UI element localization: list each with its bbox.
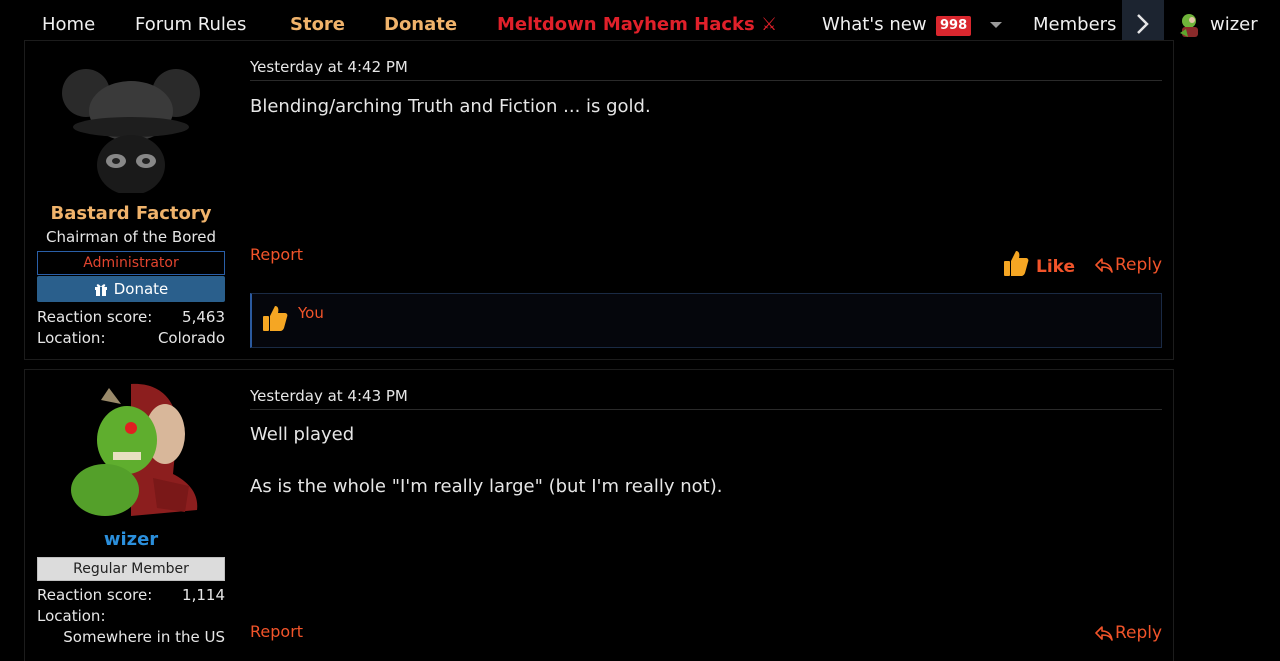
donate-banner-button[interactable]: Donate — [37, 276, 225, 302]
nav-donate[interactable]: Donate — [384, 13, 457, 37]
reactions-bar[interactable]: You — [250, 293, 1162, 348]
reactions-list-link[interactable]: You — [298, 303, 324, 323]
green-troll-avatar[interactable] — [61, 382, 201, 522]
post-header-divider — [250, 409, 1162, 410]
thumbs-up-icon — [1004, 251, 1029, 276]
nav-home[interactable]: Home — [42, 13, 95, 37]
report-link[interactable]: Report — [250, 244, 303, 266]
reply-button-label: Reply — [1115, 255, 1163, 275]
post-body-text: As is the whole "I'm really large" (but … — [250, 476, 723, 497]
mouse-ears-hat-mask-avatar[interactable] — [61, 53, 201, 193]
reaction-score-label: Reaction score: — [37, 586, 153, 604]
nav-store[interactable]: Store — [290, 13, 345, 37]
post: Bastard Factory Chairman of the Bored Ad… — [24, 40, 1174, 360]
post-content: Yesterday at 4:42 PM Blending/arching Tr… — [250, 41, 1162, 359]
nav-forum-rules[interactable]: Forum Rules — [135, 13, 246, 37]
reply-button-label: Reply — [1115, 623, 1163, 643]
reply-arrow-icon — [1095, 626, 1113, 641]
post-author-panel: wizer Regular Member Reaction score: 1,1… — [25, 370, 237, 661]
user-avatar-small-icon — [1180, 14, 1198, 37]
location-label: Location: — [37, 329, 106, 347]
post-timestamp[interactable]: Yesterday at 4:43 PM — [250, 386, 408, 406]
post-body-text: Well played — [250, 424, 355, 445]
post: wizer Regular Member Reaction score: 1,1… — [24, 369, 1174, 661]
nav-members[interactable]: Members — [1033, 13, 1116, 37]
post-author-name[interactable]: wizer — [25, 529, 237, 551]
nav-whats-new[interactable]: What's new — [822, 13, 927, 37]
chevron-right-icon — [1137, 14, 1149, 34]
post-timestamp[interactable]: Yesterday at 4:42 PM — [250, 57, 408, 77]
reaction-score-label: Reaction score: — [37, 308, 153, 326]
nav-username: wizer — [1210, 14, 1258, 35]
reaction-score-value[interactable]: 1,114 — [182, 585, 225, 605]
post-header-divider — [250, 80, 1162, 81]
whats-new-count-badge: 998 — [936, 16, 972, 36]
post-author-name[interactable]: Bastard Factory — [25, 203, 237, 225]
report-link[interactable]: Report — [250, 621, 303, 643]
whats-new-dropdown-caret-icon[interactable] — [990, 22, 1002, 28]
location-value[interactable]: Colorado — [158, 328, 225, 348]
post-content: Yesterday at 4:43 PM Well played As is t… — [250, 370, 1162, 661]
post-author-panel: Bastard Factory Chairman of the Bored Ad… — [25, 41, 237, 359]
location-value[interactable]: Somewhere in the US — [37, 627, 225, 647]
reply-arrow-icon — [1095, 258, 1113, 273]
post-author-title: Chairman of the Bored — [46, 228, 216, 246]
administrator-banner: Administrator — [37, 251, 225, 275]
regular-member-banner: Regular Member — [37, 557, 225, 581]
donate-banner-label: Donate — [113, 280, 169, 298]
gift-icon — [94, 284, 107, 296]
like-button-label: Like — [1036, 257, 1076, 277]
location-label: Location: — [37, 607, 106, 625]
nav-meltdown-mayhem-hacks[interactable]: Meltdown Mayhem Hacks ⚔ — [497, 13, 777, 37]
reaction-score-value[interactable]: 5,463 — [182, 307, 225, 327]
post-body-text: Blending/arching Truth and Fiction ... i… — [250, 96, 651, 117]
thumbs-up-icon — [263, 306, 288, 331]
